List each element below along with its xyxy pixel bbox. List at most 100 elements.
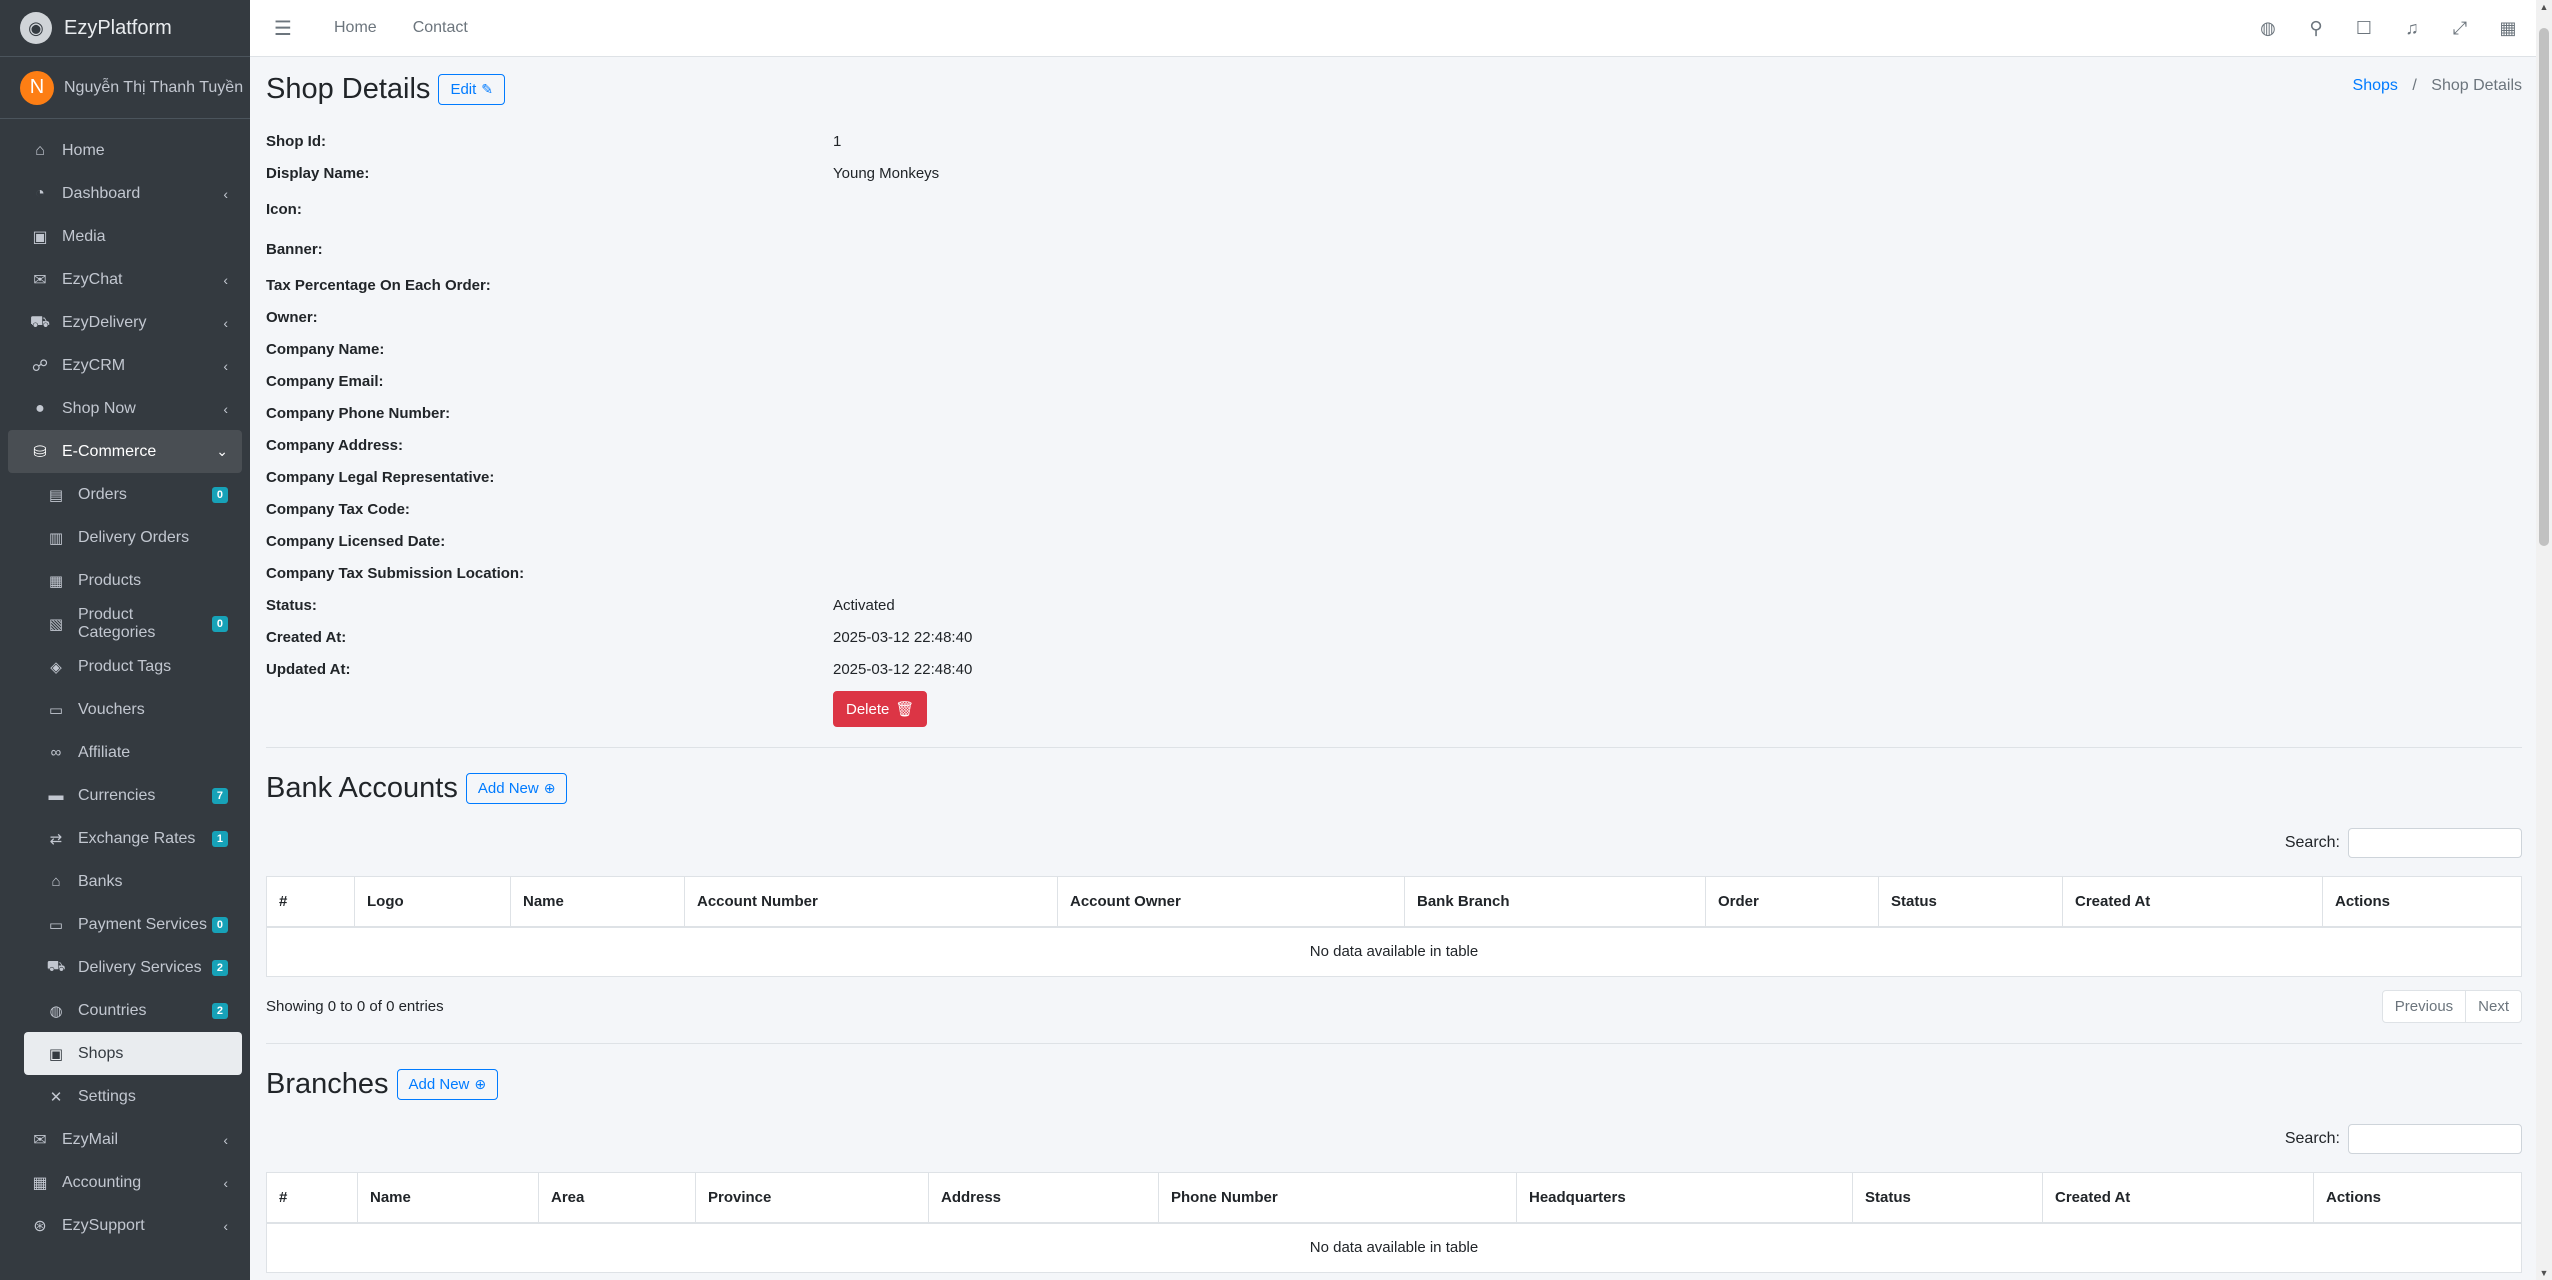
sidebar-item-delivery-services[interactable]: ⛟ Delivery Services 2	[8, 946, 242, 989]
top-link-home[interactable]: Home	[334, 19, 377, 37]
sidebar-item-shops[interactable]: ▣ Shops	[24, 1032, 242, 1075]
scrollbar-thumb[interactable]	[2539, 28, 2549, 546]
breadcrumb-shops[interactable]: Shops	[2353, 77, 2398, 94]
sidebar-item-vouchers[interactable]: ▭ Vouchers	[8, 688, 242, 731]
apps-grid-icon[interactable]: ▦	[2484, 18, 2532, 39]
sidebar-item-exchange-rates[interactable]: ⇄ Exchange Rates 1	[8, 817, 242, 860]
search-input[interactable]	[2348, 828, 2522, 858]
detail-label: Display Name:	[266, 165, 370, 182]
sidebar-item-media[interactable]: ▣ Media	[8, 215, 242, 258]
chevron-left-icon: ‹	[223, 185, 228, 202]
column-header[interactable]: Created At	[2062, 876, 2323, 928]
column-header[interactable]: Headquarters	[1516, 1172, 1853, 1224]
sidebar-item-product-tags[interactable]: ◈ Product Tags	[8, 645, 242, 688]
detail-value: Young Monkeys	[833, 165, 940, 182]
money-icon: ▬	[48, 787, 64, 804]
breadcrumb-separator: /	[2412, 77, 2417, 94]
scroll-down-arrow-icon[interactable]: ▼	[2536, 1268, 2552, 1278]
sidebar-item-label: EzySupport	[62, 1216, 145, 1234]
sidebar-item-affiliate[interactable]: ∞ Affiliate	[8, 731, 242, 774]
bank-accounts-footer: Showing 0 to 0 of 0 entries Previous Nex…	[266, 977, 2522, 1035]
next-button[interactable]: Next	[2465, 990, 2521, 1022]
messages-icon[interactable]: ☐	[2340, 18, 2388, 39]
chevron-left-icon: ‹	[223, 1131, 228, 1148]
detail-row-company-phone: Company Phone Number:	[266, 405, 2522, 437]
count-badge: 1	[211, 830, 228, 847]
brand-name: EzyPlatform	[64, 16, 172, 39]
sidebar-item-currencies[interactable]: ▬ Currencies 7	[8, 774, 242, 817]
page-scrollbar[interactable]: ▲ ▼	[2536, 0, 2552, 1280]
column-header[interactable]: Area	[538, 1172, 696, 1224]
top-link-contact[interactable]: Contact	[413, 19, 468, 37]
sidebar-item-delivery-orders[interactable]: ▥ Delivery Orders	[8, 516, 242, 559]
column-header[interactable]: Status	[1878, 876, 2063, 928]
column-header[interactable]: Address	[928, 1172, 1159, 1224]
detail-row-owner: Owner:	[266, 309, 2522, 341]
column-header[interactable]: Status	[1852, 1172, 2043, 1224]
column-header[interactable]: Logo	[354, 876, 511, 928]
sidebar-item-ezycrm[interactable]: ☍ EzyCRM ‹	[8, 344, 242, 387]
search-input[interactable]	[2348, 1124, 2522, 1154]
globe-icon[interactable]: ◍	[2244, 18, 2292, 39]
column-header[interactable]: Account Owner	[1057, 876, 1405, 928]
sidebar-item-ecommerce[interactable]: ⛁ E-Commerce ⌄	[8, 430, 242, 473]
table-row: No data available in table	[266, 926, 2522, 977]
search-label: Search:	[2284, 1130, 2340, 1147]
previous-button[interactable]: Previous	[2383, 991, 2465, 1022]
column-header[interactable]: Name	[357, 1172, 539, 1224]
delete-button[interactable]: Delete 🗑	[833, 691, 928, 727]
sidebar-item-home[interactable]: ⌂ Home	[8, 129, 242, 172]
search-icon[interactable]: ⚲	[2292, 18, 2340, 39]
section-title: Branches	[266, 1067, 389, 1100]
edit-button[interactable]: Edit ✎	[438, 73, 506, 105]
sidebar-item-products[interactable]: ▦ Products	[8, 559, 242, 602]
sidebar-item-label: Payment Services	[78, 915, 207, 933]
column-header[interactable]: Name	[510, 876, 685, 928]
sidebar-item-ezymail[interactable]: ✉ EzyMail ‹	[8, 1118, 242, 1161]
column-header[interactable]: #	[266, 876, 355, 928]
main-content: Shop Details Edit ✎ Shops / Shop Details…	[266, 57, 2522, 1273]
sidebar-item-orders[interactable]: ▤ Orders 0	[8, 473, 242, 516]
column-header[interactable]: Phone Number	[1158, 1172, 1517, 1224]
column-header[interactable]: Order	[1705, 876, 1879, 928]
user-panel[interactable]: N Nguyễn Thị Thanh Tuyền	[0, 57, 250, 119]
store-icon: ▣	[48, 1045, 64, 1063]
brand-link[interactable]: ◉ EzyPlatform	[0, 0, 250, 57]
column-header[interactable]: Account Number	[684, 876, 1058, 928]
column-header[interactable]: Actions	[2322, 876, 2522, 928]
sidebar-item-label: EzyDelivery	[62, 313, 147, 331]
bell-icon[interactable]: ♫	[2388, 18, 2436, 39]
sidebar-item-payment-services[interactable]: ▭ Payment Services 0	[8, 903, 242, 946]
receipt-icon: ▤	[48, 486, 64, 504]
boxes-icon: ▦	[48, 572, 64, 590]
hamburger-menu-icon[interactable]: ☰	[274, 16, 298, 41]
scroll-up-arrow-icon[interactable]: ▲	[2536, 2, 2552, 12]
sidebar-item-ezydelivery[interactable]: ⛟ EzyDelivery ‹	[8, 301, 242, 344]
sidebar-item-ezychat[interactable]: ✉ EzyChat ‹	[8, 258, 242, 301]
column-header[interactable]: Created At	[2042, 1172, 2314, 1224]
sidebar-item-banks[interactable]: ⌂ Banks	[8, 860, 242, 903]
sidebar-item-product-categories[interactable]: ▧ Product Categories 0	[8, 602, 242, 645]
sidebar-item-settings[interactable]: ✕ Settings	[8, 1075, 242, 1118]
sidebar-item-dashboard[interactable]: ◔ Dashboard ‹	[8, 172, 242, 215]
detail-label: Status:	[266, 597, 317, 614]
add-branch-button[interactable]: Add New ⊕	[396, 1068, 499, 1100]
sidebar-item-countries[interactable]: ◍ Countries 2	[8, 989, 242, 1032]
fullscreen-icon[interactable]: ⤢	[2436, 18, 2484, 39]
sidebar-item-ezysupport[interactable]: ⊛ EzySupport ‹	[8, 1204, 242, 1247]
column-header[interactable]: Actions	[2313, 1172, 2522, 1224]
count-badge: 2	[211, 1002, 228, 1019]
sidebar-item-accounting[interactable]: ▦ Accounting ‹	[8, 1161, 242, 1204]
truck-icon: ⛟	[46, 958, 66, 975]
detail-label: Tax Percentage On Each Order:	[266, 277, 491, 294]
add-bank-account-button[interactable]: Add New ⊕	[465, 772, 568, 804]
sidebar-item-label: Products	[78, 571, 142, 589]
detail-row-tax: Tax Percentage On Each Order:	[266, 277, 2522, 309]
sidebar-item-shop-now[interactable]: ● Shop Now ‹	[8, 387, 242, 430]
count-badge: 0	[211, 486, 228, 503]
column-header[interactable]: Bank Branch	[1404, 876, 1706, 928]
column-header[interactable]: Province	[695, 1172, 929, 1224]
detail-row-company-legal: Company Legal Representative:	[266, 469, 2522, 501]
envelope-icon: ✉	[33, 1131, 47, 1149]
column-header[interactable]: #	[266, 1172, 358, 1224]
